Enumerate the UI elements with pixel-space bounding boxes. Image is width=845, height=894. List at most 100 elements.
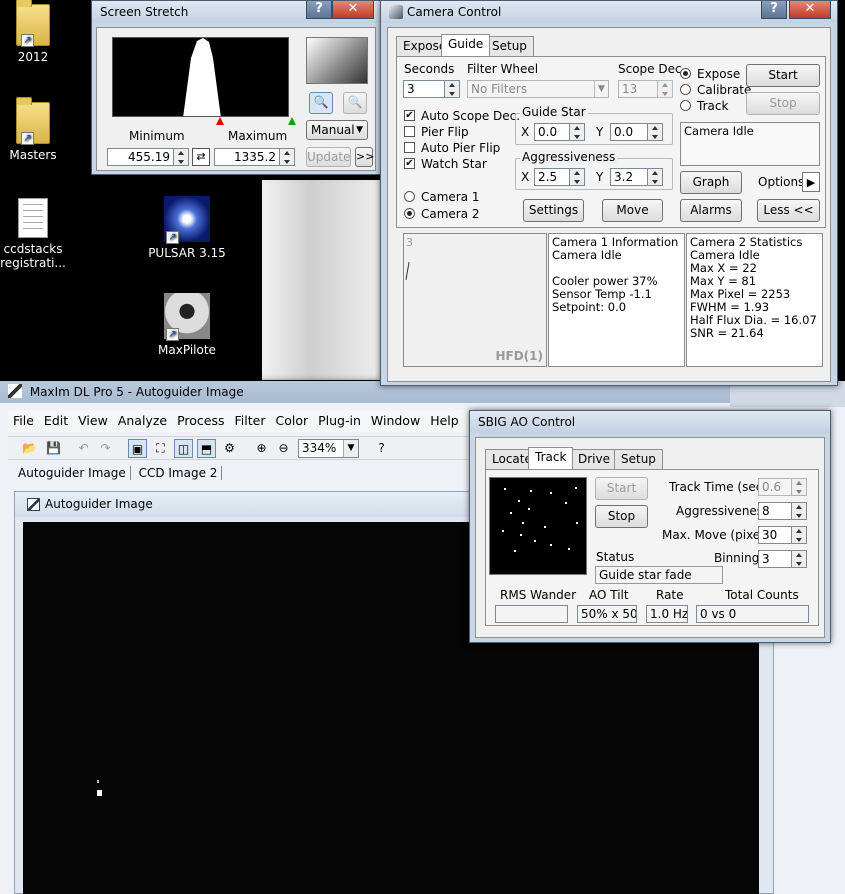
doc-tab-ccd-image-2[interactable]: CCD Image 2 — [134, 466, 223, 480]
mode-dropdown[interactable]: Manual ▼ — [306, 120, 368, 140]
tab-setup[interactable]: Setup — [485, 36, 534, 56]
track-time-spinner[interactable] — [792, 478, 807, 496]
menu-plugin[interactable]: Plug-in — [313, 410, 366, 432]
image-view-icon[interactable]: ▣ — [128, 439, 147, 458]
swap-icon[interactable]: ⇄ — [192, 148, 210, 166]
zoom-out-button[interactable]: 🔍 — [343, 92, 367, 114]
close-button[interactable]: ✕ — [789, 1, 831, 19]
menu-filter[interactable]: Filter — [230, 410, 271, 432]
auto-pier-flip-label[interactable]: Auto Pier Flip — [421, 141, 500, 155]
expand-button[interactable]: >> — [355, 147, 374, 167]
guide-star-x-input[interactable]: 0.0 — [534, 123, 570, 141]
pier-flip-label[interactable]: Pier Flip — [421, 125, 469, 139]
less-button[interactable]: Less << — [757, 199, 820, 222]
camera1-label[interactable]: Camera 1 — [421, 190, 480, 204]
aggressiveness-x-spinner[interactable] — [570, 168, 585, 186]
redo-icon[interactable]: ↷ — [96, 439, 115, 458]
menu-window[interactable]: Window — [366, 410, 425, 432]
screen-stretch-title-bar[interactable]: Screen Stretch ? ✕ — [92, 1, 380, 23]
menu-process[interactable]: Process — [172, 410, 229, 432]
camera-control-icon[interactable]: ⬒ — [197, 439, 216, 458]
guide-star-x-spinner[interactable] — [570, 123, 585, 141]
update-button[interactable]: Update — [306, 147, 351, 167]
open-icon[interactable]: 📂 — [20, 439, 39, 458]
tab-setup[interactable]: Setup — [614, 449, 663, 469]
binning-input[interactable]: 3 — [758, 550, 792, 568]
track-stop-button[interactable]: Stop — [595, 505, 648, 528]
menu-help[interactable]: Help — [425, 410, 464, 432]
aggressiveness-input[interactable]: 8 — [758, 502, 792, 520]
pier-flip-checkbox[interactable] — [404, 126, 415, 137]
undo-icon[interactable]: ↶ — [74, 439, 93, 458]
doc-tab-autoguider[interactable]: Autoguider Image — [8, 466, 131, 480]
aggressiveness-spinner[interactable] — [792, 502, 807, 520]
seconds-spinner[interactable] — [445, 80, 460, 98]
max-marker-icon[interactable] — [288, 117, 296, 125]
menu-view[interactable]: View — [73, 410, 113, 432]
maximum-input[interactable]: 1335.2 — [214, 148, 280, 166]
min-marker-icon[interactable] — [216, 117, 224, 125]
auto-scope-dec-checkbox[interactable]: ✔ — [404, 110, 415, 121]
scope-dec-input[interactable]: 13 — [618, 80, 658, 98]
zoom-out-icon[interactable]: ⊖ — [274, 439, 293, 458]
graph-button[interactable]: Graph — [680, 171, 742, 194]
menu-analyze[interactable]: Analyze — [113, 410, 172, 432]
desktop-icon-maxpilote[interactable]: ↗ MaxPilote — [142, 293, 232, 357]
minimum-spinner[interactable] — [174, 148, 189, 166]
scope-dec-spinner[interactable] — [658, 80, 673, 98]
split-view-icon[interactable]: ◫ — [174, 439, 193, 458]
zoom-in-button[interactable]: 🔍 — [309, 92, 333, 114]
fit-icon[interactable]: ⛶ — [151, 439, 170, 458]
tab-guide[interactable]: Guide — [441, 34, 491, 56]
menu-file[interactable]: File — [8, 410, 39, 432]
zoom-select[interactable]: 334% ▼ — [298, 439, 359, 458]
auto-scope-dec-label[interactable]: Auto Scope Dec. — [421, 109, 520, 123]
guide-star-y-input[interactable]: 0.0 — [610, 123, 648, 141]
zoom-in-icon[interactable]: ⊕ — [252, 439, 271, 458]
calibrate-radio[interactable] — [680, 84, 691, 95]
track-time-input[interactable]: 0.6 — [758, 478, 792, 496]
track-radio-label[interactable]: Track — [697, 99, 728, 113]
tab-drive[interactable]: Drive — [571, 449, 617, 469]
aggressiveness-y-spinner[interactable] — [648, 168, 663, 186]
auto-pier-flip-checkbox[interactable] — [404, 142, 415, 153]
stop-button[interactable]: Stop — [746, 92, 820, 115]
tab-track[interactable]: Track — [528, 447, 574, 469]
expose-radio[interactable] — [680, 68, 691, 79]
menu-color[interactable]: Color — [270, 410, 313, 432]
expose-radio-label[interactable]: Expose — [697, 67, 740, 81]
camera1-radio[interactable] — [404, 191, 415, 202]
desktop-icon-masters[interactable]: ↗ Masters — [0, 97, 78, 162]
close-button[interactable]: ✕ — [332, 1, 374, 19]
minimum-input[interactable]: 455.19 — [107, 148, 174, 166]
desktop-icon-ccdstacks[interactable]: ccdstacks registrati... — [0, 198, 78, 270]
settings-icon[interactable]: ⚙ — [220, 439, 239, 458]
menu-edit[interactable]: Edit — [39, 410, 73, 432]
seconds-input[interactable]: 3 — [403, 80, 445, 98]
binning-spinner[interactable] — [792, 550, 807, 568]
camera-control-title-bar[interactable]: Camera Control ? ✕ — [381, 1, 837, 23]
max-move-input[interactable]: 30 — [758, 526, 792, 544]
track-radio[interactable] — [680, 100, 691, 111]
help-button[interactable]: ? — [306, 1, 332, 19]
watch-star-checkbox[interactable]: ✔ — [404, 158, 415, 169]
aggressiveness-x-input[interactable]: 2.5 — [534, 168, 570, 186]
guide-star-y-spinner[interactable] — [648, 123, 663, 141]
calibrate-radio-label[interactable]: Calibrate — [697, 83, 751, 97]
track-preview-image[interactable] — [489, 477, 587, 575]
track-start-button[interactable]: Start — [595, 477, 648, 500]
filter-select[interactable]: No Filters ▼ — [467, 80, 609, 98]
move-button[interactable]: Move — [602, 199, 663, 222]
settings-button[interactable]: Settings — [523, 199, 584, 222]
watch-star-label[interactable]: Watch Star — [421, 157, 487, 171]
desktop-icon-2012[interactable]: ↗ 2012 — [0, 0, 78, 64]
options-button[interactable]: Options ▶ — [752, 171, 820, 194]
help-button[interactable]: ? — [761, 1, 787, 19]
camera2-radio[interactable] — [404, 208, 415, 219]
maximum-spinner[interactable] — [280, 148, 295, 166]
camera2-label[interactable]: Camera 2 — [421, 207, 480, 221]
aggressiveness-y-input[interactable]: 3.2 — [610, 168, 648, 186]
desktop-icon-pulsar[interactable]: ↗ PULSAR 3.15 — [142, 196, 232, 260]
context-help-icon[interactable]: ? — [372, 439, 391, 458]
save-icon[interactable]: 💾 — [44, 439, 63, 458]
